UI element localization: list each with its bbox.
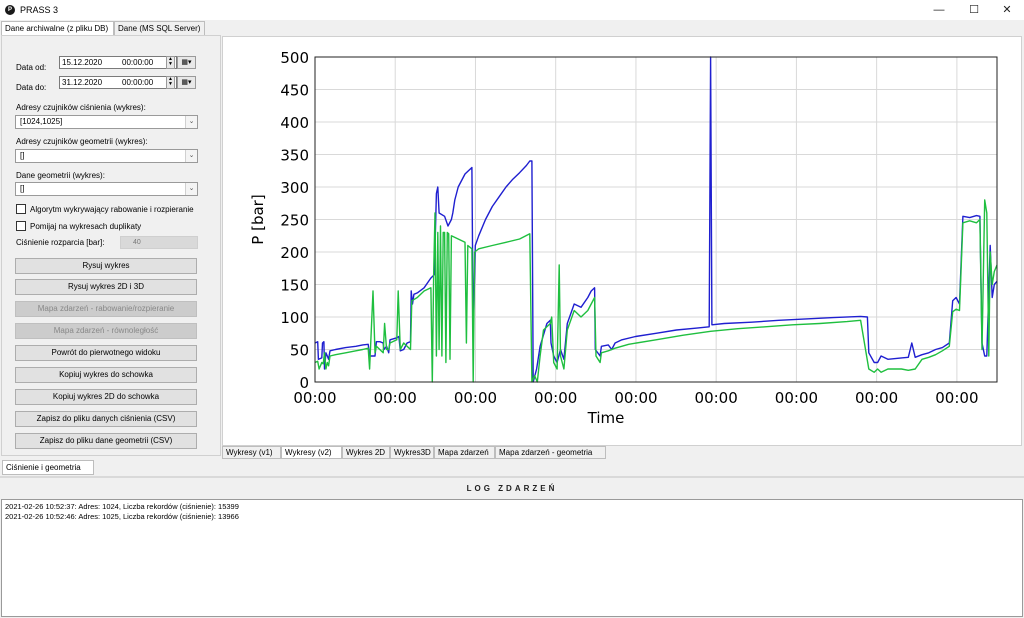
calendar-dropdown-icon[interactable]: ▦▾	[177, 56, 196, 69]
save-pressure-csv-button[interactable]: Zapisz do pliku danych ciśnienia (CSV)	[15, 411, 197, 427]
y-tick-label: 400	[280, 114, 309, 132]
minimize-button[interactable]: —	[922, 0, 956, 20]
tab-pressure-geometry[interactable]: Ciśnienie i geometria	[2, 460, 94, 475]
x-tick-label: 00:00	[695, 389, 738, 407]
chevron-down-icon[interactable]: ⌄	[185, 116, 197, 128]
x-tick-label: 00:00	[614, 389, 657, 407]
save-geometry-csv-button[interactable]: Zapisz do pliku dane geometrii (CSV)	[15, 433, 197, 449]
chevron-down-icon[interactable]: ⌄	[185, 183, 197, 195]
y-tick-label: 450	[280, 82, 309, 100]
chart-panel: 0 50 100 150 200 250 300 350 400 450 500 00:00 00:0…	[222, 36, 1022, 446]
tab-charts-v2[interactable]: Wykresy (v2)	[281, 446, 342, 459]
splitter[interactable]	[0, 476, 1024, 478]
series-line	[314, 199, 998, 383]
skip-duplicates-checkbox[interactable]	[16, 221, 26, 231]
x-tick-label: 00:00	[935, 389, 978, 407]
y-tick-label: 150	[280, 277, 309, 295]
controls-panel: Data od: 15.12.2020 00:00:00 ▲ ▼ ▦▾ Data …	[1, 35, 221, 456]
reset-view-button[interactable]: Powrót do pierwotnego widoku	[15, 345, 197, 361]
time-from-value: 00:00:00	[122, 58, 154, 67]
maximize-button[interactable]: ☐	[957, 0, 991, 20]
pressure-chart[interactable]: 050100150200250300350400450500 00:00 00:0…	[223, 37, 1021, 445]
y-tick-label: 500	[280, 49, 309, 67]
pressure-address-label: Adresy czujników ciśnienia (wykres):	[16, 103, 146, 112]
geometry-data-combo[interactable]: [] ⌄	[15, 182, 198, 196]
tab-chart-3d[interactable]: Wykres3D	[390, 446, 434, 459]
x-tick-label: 00:00	[454, 389, 497, 407]
tab-event-map[interactable]: Mapa zdarzeń	[434, 446, 495, 459]
y-tick-label: 250	[280, 212, 309, 230]
calendar-dropdown-icon[interactable]: ▦▾	[177, 76, 196, 89]
x-tick-label: 00:00	[374, 389, 417, 407]
time-to-value: 00:00:00	[122, 78, 154, 87]
pressure-address-value: [1024,1025]	[20, 117, 63, 126]
date-to-value: 31.12.2020	[62, 78, 103, 87]
draw-2d-3d-button[interactable]: Rysuj wykres 2D i 3D	[15, 279, 197, 295]
date-from-field[interactable]: 15.12.2020 00:00:00	[59, 56, 177, 69]
title-bar: P PRASS 3 — ☐ ✕	[0, 0, 1024, 20]
log-entry: 2021-02-26 10:52:37: Adres: 1024, Liczba…	[5, 502, 239, 511]
y-tick-labels: 050100150200250300350400450500	[280, 49, 309, 392]
x-tick-label: 00:00	[534, 389, 577, 407]
date-from-spinner[interactable]: ▲ ▼	[166, 56, 175, 69]
y-axis-label: P [bar]	[249, 194, 267, 244]
y-tick-label: 100	[280, 309, 309, 327]
skip-duplicates-label: Pomijaj na wykresach duplikaty	[30, 222, 142, 231]
x-tick-labels: 00:00 00:00 00:00 00:00 00:00 00:00 00:00 00:00…	[293, 389, 978, 407]
x-axis-label: Time	[587, 409, 625, 427]
date-to-field[interactable]: 31.12.2020 00:00:00	[59, 76, 177, 89]
x-tick-label: 00:00	[775, 389, 818, 407]
geometry-address-combo[interactable]: [] ⌄	[15, 149, 198, 163]
y-tick-label: 200	[280, 244, 309, 262]
event-map-parallel-button[interactable]: Mapa zdarzeń - równoległość	[15, 323, 197, 339]
y-tick-label: 300	[280, 179, 309, 197]
date-to-label: Data do:	[16, 83, 47, 92]
pressure-threshold-label: Ciśnienie rozparcia [bar]:	[16, 238, 105, 247]
app-logo-icon: P	[5, 5, 15, 15]
log-entry: 2021-02-26 10:52:46: Adres: 1025, Liczba…	[5, 512, 239, 521]
draw-chart-button[interactable]: Rysuj wykres	[15, 258, 197, 274]
x-tick-label: 00:00	[855, 389, 898, 407]
date-from-value: 15.12.2020	[62, 58, 103, 67]
y-tick-label: 50	[290, 342, 309, 360]
geometry-address-value: []	[20, 151, 25, 160]
tab-chart-2d[interactable]: Wykres 2D	[342, 446, 390, 459]
algorithm-checkbox-label: Algorytm wykrywający rabowanie i rozpier…	[30, 205, 194, 214]
window-title: PRASS 3	[20, 5, 59, 15]
tab-archive-data[interactable]: Dane archiwalne (z pliku DB)	[1, 21, 114, 35]
geometry-data-value: []	[20, 184, 25, 193]
copy-chart-button[interactable]: Kopiuj wykres do schowka	[15, 367, 197, 383]
geometry-data-label: Dane geometrii (wykres):	[16, 171, 105, 180]
tab-event-map-geometry[interactable]: Mapa zdarzeń - geometria	[495, 446, 606, 459]
algorithm-checkbox[interactable]	[16, 204, 26, 214]
y-tick-label: 350	[280, 147, 309, 165]
tab-sql-server[interactable]: Dane (MS SQL Server)	[114, 21, 205, 35]
date-from-label: Data od:	[16, 63, 47, 72]
chevron-down-icon[interactable]: ⌄	[185, 150, 197, 162]
date-to-spinner[interactable]: ▲ ▼	[166, 76, 175, 89]
copy-2d-chart-button[interactable]: Kopiuj wykres 2D do schowka	[15, 389, 197, 405]
pressure-threshold-input[interactable]: 40	[120, 236, 198, 249]
event-log[interactable]: 2021-02-26 10:52:37: Adres: 1024, Liczba…	[1, 499, 1023, 617]
pressure-address-combo[interactable]: [1024,1025] ⌄	[15, 115, 198, 129]
event-map-robbery-button[interactable]: Mapa zdarzeń - rabowanie/rozpieranie	[15, 301, 197, 317]
x-tick-label: 00:00	[293, 389, 336, 407]
tab-charts-v1[interactable]: Wykresy (v1)	[222, 446, 281, 459]
close-button[interactable]: ✕	[990, 0, 1024, 20]
log-title: LOG ZDARZEŃ	[466, 484, 558, 493]
geometry-address-label: Adresy czujników geometrii (wykres):	[16, 137, 148, 146]
